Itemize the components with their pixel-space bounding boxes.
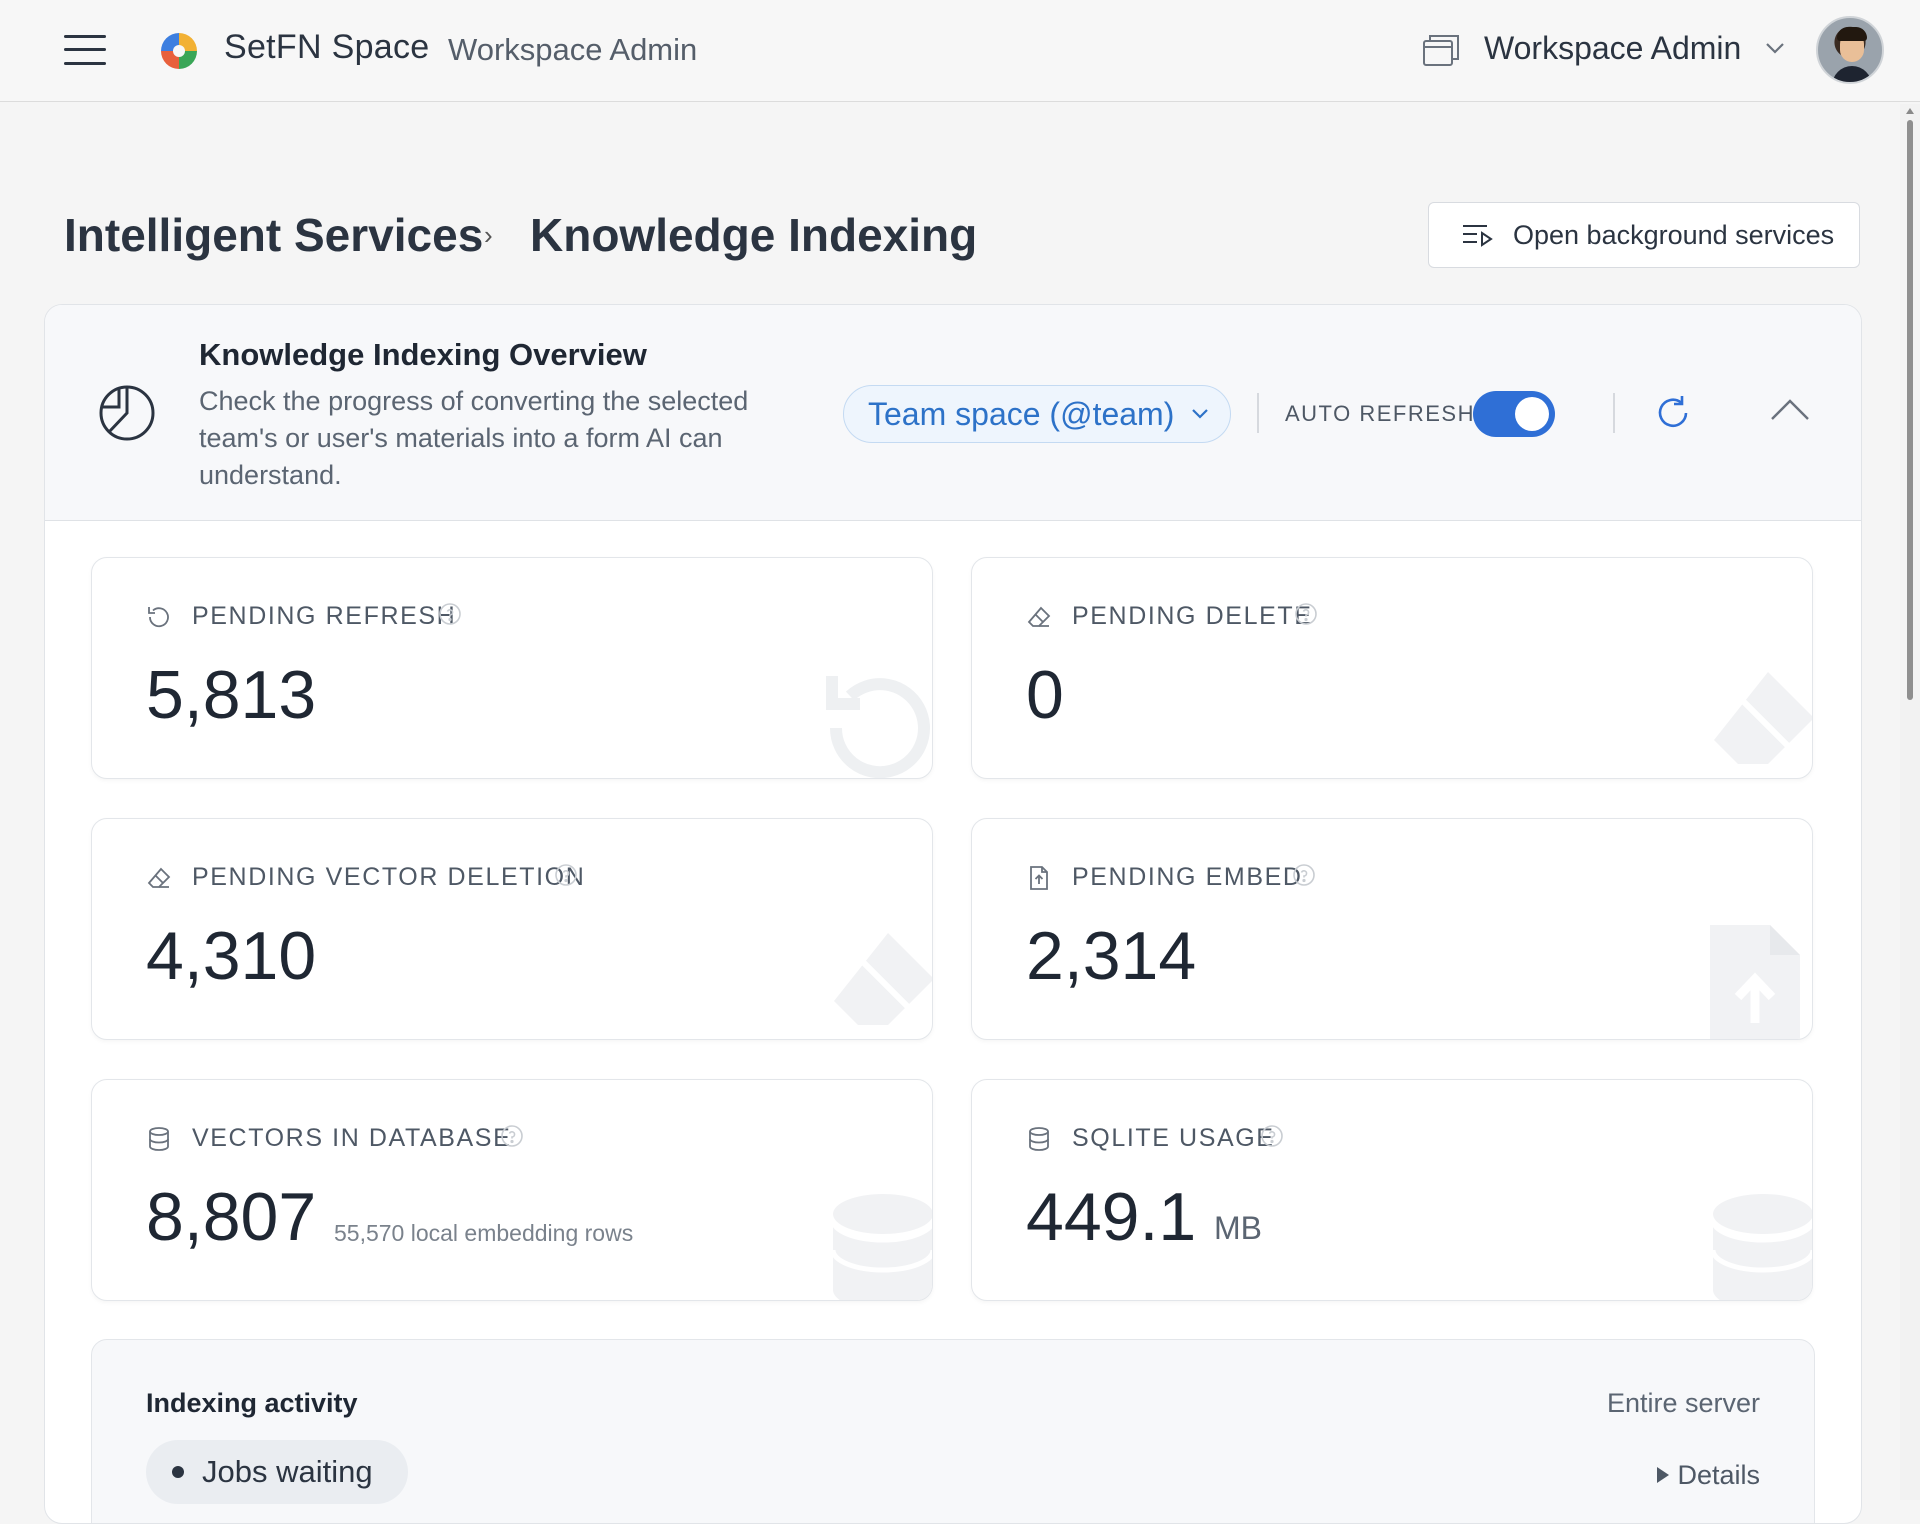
file-upload-watermark-icon bbox=[1710, 925, 1800, 1039]
divider bbox=[1257, 393, 1259, 433]
user-avatar[interactable] bbox=[1816, 16, 1884, 84]
overview-description: Check the progress of converting the sel… bbox=[199, 386, 749, 490]
help-icon[interactable] bbox=[1294, 602, 1318, 626]
stat-card-vectors-in-database: VECTORS IN DATABASE 8,807 55,570 local e… bbox=[91, 1079, 933, 1301]
database-watermark-icon bbox=[1710, 1194, 1812, 1300]
stat-card-pending-refresh: PENDING REFRESH 5,813 bbox=[91, 557, 933, 779]
brand-logo-icon bbox=[161, 33, 197, 69]
scroll-thumb[interactable] bbox=[1907, 120, 1913, 700]
stat-card-pending-embed: PENDING EMBED 2,314 bbox=[971, 818, 1813, 1040]
stat-label: PENDING VECTOR DELETION bbox=[192, 863, 586, 891]
stat-label: PENDING REFRESH bbox=[192, 602, 457, 630]
refresh-icon[interactable] bbox=[1653, 393, 1693, 433]
app-bar: SetFN Space Workspace Admin Workspace Ad… bbox=[0, 0, 1920, 102]
overview-title: Knowledge Indexing Overview bbox=[199, 337, 647, 372]
activity-scope: Entire server bbox=[1606, 1388, 1760, 1418]
chevron-down-icon bbox=[1192, 409, 1209, 419]
stat-value: 449.1 bbox=[1026, 1179, 1197, 1255]
overview-header: Knowledge Indexing Overview Check the pr… bbox=[45, 305, 1861, 521]
stat-label: PENDING EMBED bbox=[1072, 863, 1303, 891]
stat-label: PENDING DELETE bbox=[1072, 602, 1313, 630]
divider bbox=[1613, 393, 1615, 433]
help-icon[interactable] bbox=[500, 1124, 524, 1148]
stat-card-pending-delete: PENDING DELETE 0 bbox=[971, 557, 1813, 779]
indexing-overview-panel: Knowledge Indexing Overview Check the pr… bbox=[44, 304, 1862, 1524]
details-toggle[interactable]: Details bbox=[1657, 1460, 1760, 1491]
stat-value: 0 bbox=[1026, 657, 1064, 733]
refresh-icon bbox=[148, 607, 169, 628]
workspace-switcher[interactable]: Workspace Admin bbox=[1484, 30, 1741, 67]
jobs-status-badge: Jobs waiting bbox=[146, 1440, 408, 1504]
help-icon[interactable] bbox=[554, 863, 578, 887]
chevron-down-icon[interactable] bbox=[1764, 40, 1786, 56]
auto-refresh-label: AUTO REFRESH bbox=[1285, 401, 1475, 426]
pie-chart-icon bbox=[99, 385, 155, 441]
page-title: Knowledge Indexing bbox=[530, 209, 978, 261]
eraser-icon bbox=[1027, 606, 1051, 627]
stat-value: 5,813 bbox=[146, 657, 317, 733]
stat-value: 8,807 bbox=[146, 1179, 317, 1255]
status-dot bbox=[172, 1466, 184, 1478]
auto-refresh-toggle[interactable] bbox=[1473, 391, 1555, 437]
help-icon[interactable] bbox=[1292, 863, 1316, 887]
refresh-watermark-icon bbox=[826, 676, 930, 778]
stat-card-sqlite-usage: SQLITE USAGE 449.1 MB bbox=[971, 1079, 1813, 1301]
open-background-services-button[interactable]: Open background services bbox=[1428, 202, 1860, 268]
database-icon bbox=[1029, 1127, 1049, 1151]
brand-subtitle: Workspace Admin bbox=[448, 32, 698, 67]
indexing-activity-section: Indexing activity Entire server Jobs wai… bbox=[91, 1339, 1815, 1523]
menu-icon[interactable] bbox=[64, 34, 106, 66]
chevron-up-icon[interactable] bbox=[1769, 395, 1811, 425]
scope-select[interactable]: Team space (@team) bbox=[843, 385, 1231, 443]
playlist-play-icon bbox=[1463, 225, 1493, 247]
stat-label: VECTORS IN DATABASE bbox=[192, 1124, 512, 1152]
eraser-icon bbox=[147, 867, 171, 888]
database-watermark-icon bbox=[830, 1194, 932, 1300]
stat-extra: 55,570 local embedding rows bbox=[334, 1220, 634, 1246]
activity-title: Indexing activity bbox=[146, 1388, 358, 1418]
caret-right-icon bbox=[1657, 1467, 1670, 1483]
eraser-watermark-icon bbox=[834, 933, 932, 1025]
stat-card-pending-vector-deletion: PENDING VECTOR DELETION 4,310 bbox=[91, 818, 933, 1040]
help-icon[interactable] bbox=[1260, 1124, 1284, 1148]
stat-value: 4,310 bbox=[146, 918, 317, 994]
page-scrollbar[interactable] bbox=[1900, 104, 1920, 1500]
help-icon[interactable] bbox=[438, 602, 462, 626]
database-icon bbox=[149, 1127, 169, 1151]
breadcrumb-parent[interactable]: Intelligent Services bbox=[64, 208, 483, 262]
file-upload-icon bbox=[1030, 866, 1048, 890]
workspace-windows-icon bbox=[1423, 35, 1459, 66]
breadcrumb-separator: › bbox=[484, 220, 493, 250]
stat-value: 2,314 bbox=[1026, 918, 1197, 994]
eraser-watermark-icon bbox=[1714, 672, 1812, 764]
brand-name: SetFN Space bbox=[224, 28, 430, 66]
stat-label: SQLITE USAGE bbox=[1072, 1124, 1275, 1152]
stat-unit: MB bbox=[1214, 1210, 1262, 1246]
